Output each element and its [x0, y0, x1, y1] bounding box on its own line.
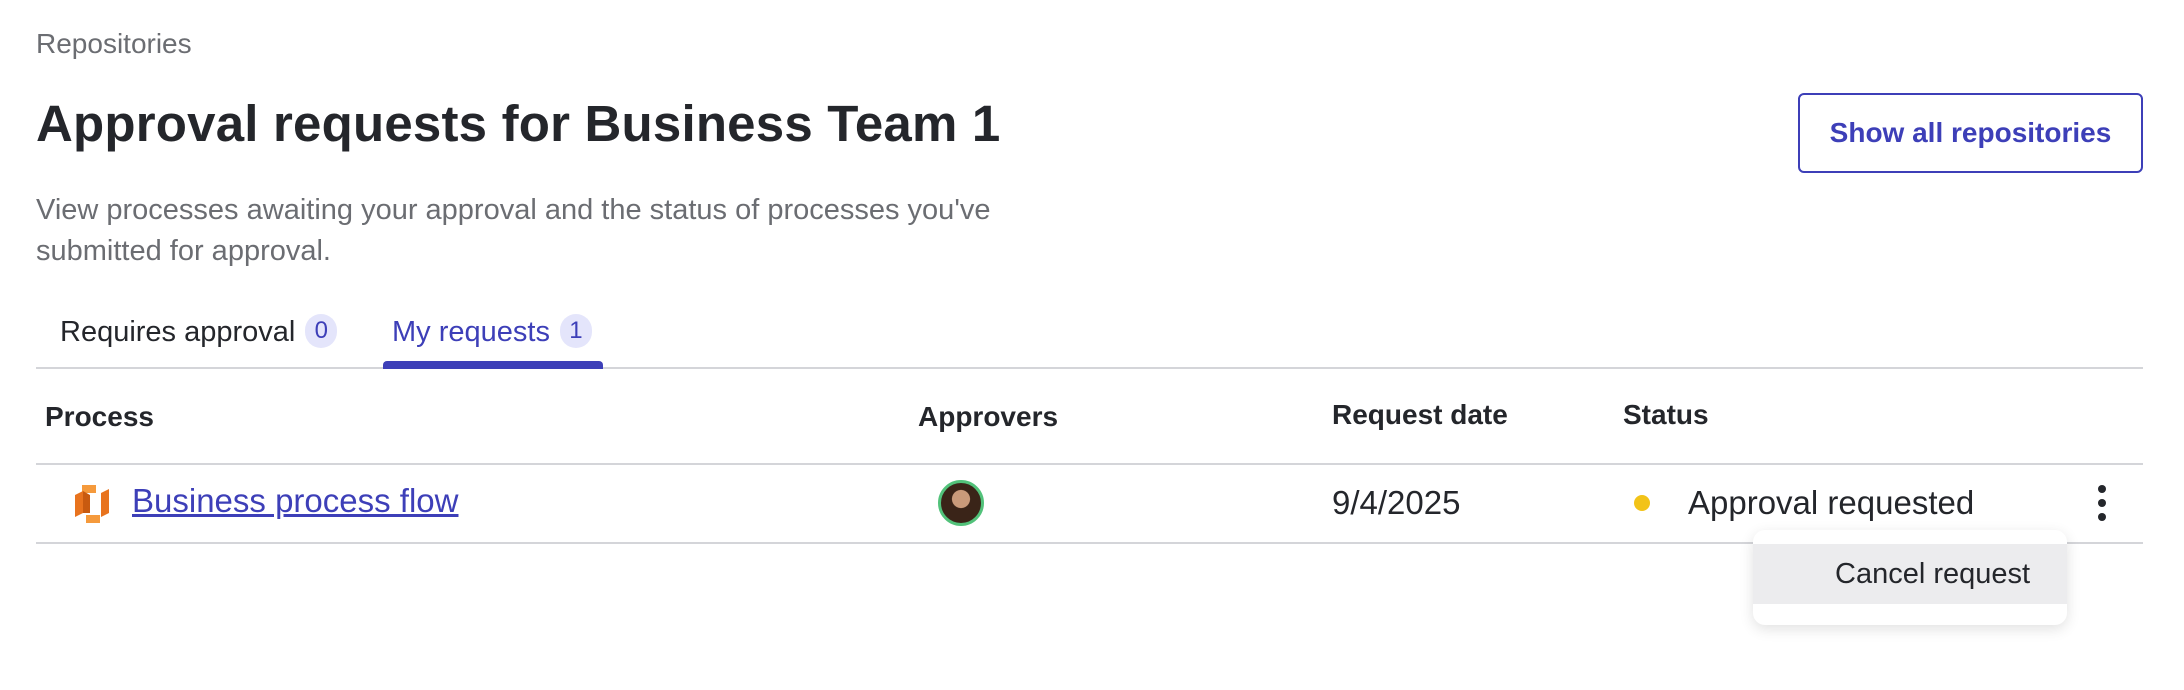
tab-my-requests[interactable]: My requests 1 [392, 314, 592, 367]
status-text: Approval requested [1688, 484, 1975, 521]
row-actions-menu: Cancel request [1753, 530, 2067, 625]
tab-requires-approval[interactable]: Requires approval 0 [60, 314, 338, 367]
kebab-dot [2098, 499, 2106, 507]
kebab-dot [2098, 485, 2106, 493]
count-badge: 1 [559, 314, 592, 348]
more-options-icon[interactable] [2088, 483, 2116, 523]
kebab-dot [2098, 513, 2106, 521]
process-link[interactable]: Business process flow [132, 482, 458, 520]
show-all-repositories-button[interactable]: Show all repositories [1798, 93, 2143, 173]
column-header-approvers: Approvers [918, 401, 1059, 432]
tab-label: Requires approval [60, 316, 296, 348]
cancel-request-menu-item[interactable]: Cancel request [1753, 544, 2067, 604]
page-description: View processes awaiting your approval an… [36, 194, 991, 267]
page-title: Approval requests for Business Team 1 [36, 95, 1001, 152]
approver-avatar[interactable] [938, 480, 984, 526]
column-header-request-date: Request date [1332, 399, 1508, 430]
tab-bar: Requires approval 0 My requests 1 [36, 310, 2143, 369]
count-badge: 0 [305, 314, 338, 348]
tab-label: My requests [392, 316, 550, 348]
request-date: 9/4/2025 [1332, 484, 1461, 521]
status-dot-icon [1634, 495, 1650, 511]
table-header: Process Approvers Request date Status [36, 367, 2143, 465]
breadcrumb[interactable]: Repositories [36, 28, 192, 60]
menu-item-label: Cancel request [1835, 557, 2031, 590]
column-header-process: Process [45, 401, 154, 432]
process-icon [75, 485, 109, 523]
column-header-status: Status [1623, 399, 1709, 430]
